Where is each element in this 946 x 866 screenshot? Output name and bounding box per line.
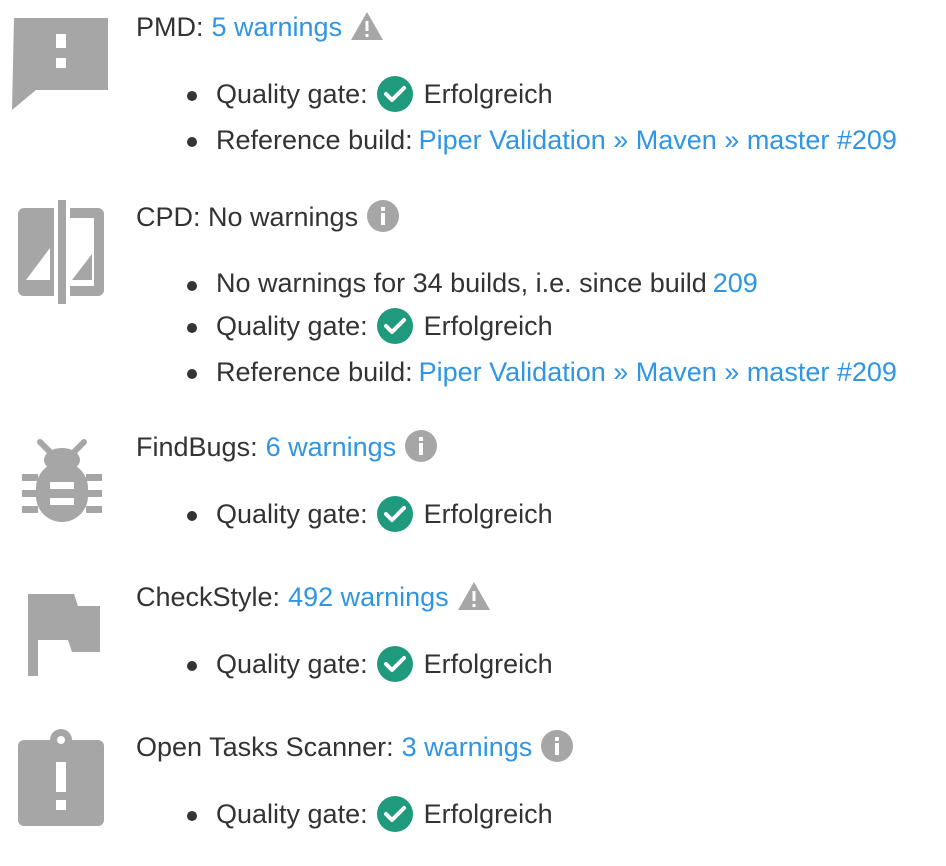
info-icon bbox=[404, 429, 438, 463]
quality-gate-label: Quality gate: bbox=[216, 499, 368, 529]
tool-details: Quality gate: Erfolgreich bbox=[187, 642, 553, 688]
reference-build-link[interactable]: Piper Validation » Maven » master #209 bbox=[419, 125, 897, 155]
no-warnings-text: No warnings for 34 builds, i.e. since bu… bbox=[216, 268, 707, 298]
tool-name: CPD: No warnings bbox=[136, 202, 359, 232]
tool-details: Quality gate: Erfolgreich bbox=[187, 792, 553, 838]
bug-icon bbox=[10, 430, 114, 538]
quality-gate-value: Erfolgreich bbox=[423, 649, 553, 679]
list-item: Quality gate: Erfolgreich bbox=[187, 72, 897, 118]
clipboard-alert-icon bbox=[10, 728, 114, 836]
quality-gate-value: Erfolgreich bbox=[423, 799, 553, 829]
quality-gate-value: Erfolgreich bbox=[423, 311, 553, 341]
tool-name: FindBugs: bbox=[136, 432, 258, 462]
warning-triangle-icon bbox=[350, 9, 384, 43]
tool-details: Quality gate: Erfolgreich Reference build… bbox=[187, 72, 897, 164]
quality-gate-label: Quality gate: bbox=[216, 79, 368, 109]
reference-build-label: Reference build: bbox=[216, 125, 413, 155]
tool-name: CheckStyle: bbox=[136, 582, 281, 612]
list-item: No warnings for 34 builds, i.e. since bu… bbox=[187, 262, 897, 304]
since-build-link[interactable]: 209 bbox=[713, 268, 758, 298]
tool-heading: CheckStyle: 492 warnings bbox=[136, 579, 491, 615]
warnings-link[interactable]: 492 warnings bbox=[288, 582, 449, 612]
warnings-link[interactable]: 6 warnings bbox=[266, 432, 397, 462]
tool-heading: CPD: No warnings bbox=[136, 199, 400, 235]
list-item: Quality gate: Erfolgreich bbox=[187, 792, 553, 838]
compare-icon bbox=[10, 198, 114, 306]
tool-name: Open Tasks Scanner: bbox=[136, 732, 394, 762]
quality-gate-value: Erfolgreich bbox=[423, 79, 553, 109]
tool-heading: PMD: 5 warnings bbox=[136, 9, 384, 45]
flag-icon bbox=[10, 584, 114, 692]
quality-gate-label: Quality gate: bbox=[216, 311, 368, 341]
tool-details: Quality gate: Erfolgreich bbox=[187, 492, 553, 538]
warnings-link[interactable]: 3 warnings bbox=[402, 732, 533, 762]
check-circle-icon bbox=[376, 307, 414, 345]
tool-details: No warnings for 34 builds, i.e. since bu… bbox=[187, 262, 897, 396]
list-item: Quality gate: Erfolgreich bbox=[187, 492, 553, 538]
warnings-link[interactable]: 5 warnings bbox=[212, 12, 343, 42]
reference-build-link[interactable]: Piper Validation » Maven » master #209 bbox=[419, 357, 897, 387]
quality-gate-label: Quality gate: bbox=[216, 649, 368, 679]
tool-name: PMD: bbox=[136, 12, 204, 42]
tool-heading: Open Tasks Scanner: 3 warnings bbox=[136, 729, 574, 765]
quality-gate-value: Erfolgreich bbox=[423, 499, 553, 529]
check-circle-icon bbox=[376, 795, 414, 833]
check-circle-icon bbox=[376, 495, 414, 533]
list-item: Quality gate: Erfolgreich bbox=[187, 642, 553, 688]
check-circle-icon bbox=[376, 645, 414, 683]
warning-triangle-icon bbox=[457, 579, 491, 613]
info-icon bbox=[366, 199, 400, 233]
list-item: Reference build: Piper Validation » Maven… bbox=[187, 350, 897, 396]
list-item: Reference build: Piper Validation » Maven… bbox=[187, 118, 897, 164]
info-icon bbox=[540, 729, 574, 763]
list-item: Quality gate: Erfolgreich bbox=[187, 304, 897, 350]
quality-gate-label: Quality gate: bbox=[216, 799, 368, 829]
comment-alert-icon bbox=[10, 14, 114, 122]
check-circle-icon bbox=[376, 75, 414, 113]
tool-heading: FindBugs: 6 warnings bbox=[136, 429, 438, 465]
reference-build-label: Reference build: bbox=[216, 357, 413, 387]
